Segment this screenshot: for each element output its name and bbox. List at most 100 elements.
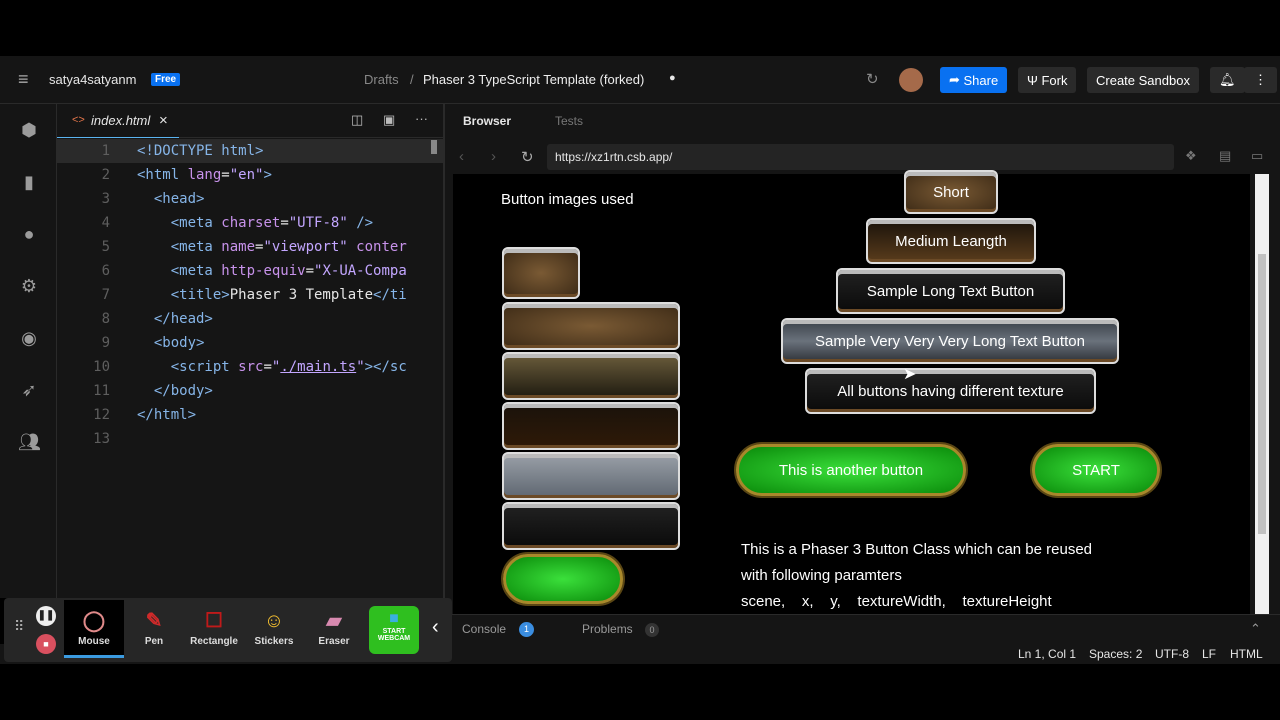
open-window-icon[interactable]: ▤ bbox=[1219, 148, 1231, 164]
code-line[interactable]: 6 <meta http-equiv="X-UA-Compa bbox=[57, 259, 443, 283]
very-long-text-button[interactable]: Sample Very Very Very Long Text Button bbox=[781, 318, 1119, 364]
green-texture-image bbox=[503, 554, 623, 604]
code-token: ></sc bbox=[364, 359, 407, 375]
forward-icon[interactable]: › bbox=[491, 148, 496, 165]
language-mode[interactable]: HTML bbox=[1230, 647, 1263, 661]
code-line[interactable]: 10 <script src="./main.ts"></sc bbox=[57, 355, 443, 379]
code-token: "X-UA-Compa bbox=[314, 263, 407, 279]
drag-handle-icon[interactable]: ⠿ bbox=[14, 618, 24, 635]
back-icon[interactable]: ‹ bbox=[459, 148, 464, 165]
devtools-icon[interactable]: ❖ bbox=[1185, 148, 1197, 164]
preview-icon[interactable]: ▣ bbox=[383, 112, 395, 128]
code-token: <meta bbox=[137, 239, 222, 255]
another-button[interactable]: This is another button bbox=[736, 444, 966, 496]
start-webcam-button[interactable]: ■ START WEBCAM bbox=[369, 606, 419, 654]
tool-rectangle[interactable]: ☐ Rectangle bbox=[184, 600, 244, 658]
start-button[interactable]: START bbox=[1032, 444, 1160, 496]
cursor-position[interactable]: Ln 1, Col 1 bbox=[1018, 647, 1076, 661]
users-icon[interactable]: 👥︎ bbox=[18, 432, 41, 454]
github-icon[interactable]: ◉ bbox=[18, 328, 40, 350]
code-line[interactable]: 7 <title>Phaser 3 Template</ti bbox=[57, 283, 443, 307]
tool-mouse[interactable]: ◯ Mouse bbox=[64, 600, 124, 658]
tool-label: Stickers bbox=[254, 636, 294, 647]
close-icon[interactable]: × bbox=[159, 112, 168, 129]
chevron-up-icon[interactable]: ⌃ bbox=[1250, 621, 1261, 637]
avatar[interactable] bbox=[899, 68, 923, 92]
code-token: src bbox=[238, 359, 264, 375]
url-bar[interactable]: https://xz1rtn.csb.app/ bbox=[547, 144, 1174, 170]
texture-image bbox=[502, 247, 580, 299]
code-line[interactable]: 9 <body> bbox=[57, 331, 443, 355]
canvas-heading: Button images used bbox=[501, 191, 634, 208]
preview-scrollbar[interactable] bbox=[1255, 174, 1269, 614]
code-line[interactable]: 4 <meta charset="UTF-8" /> bbox=[57, 211, 443, 235]
create-sandbox-button[interactable]: Create Sandbox bbox=[1087, 67, 1199, 93]
code-token: ./main.ts bbox=[280, 359, 357, 375]
tool-eraser[interactable]: ▰ Eraser bbox=[304, 600, 364, 658]
editor-scrollbar[interactable] bbox=[431, 140, 437, 154]
collapse-chevron-icon[interactable]: ‹ bbox=[432, 616, 439, 639]
tool-label: Eraser bbox=[318, 636, 350, 647]
encoding[interactable]: UTF-8 bbox=[1155, 647, 1189, 661]
problems-tab[interactable]: Problems bbox=[582, 622, 633, 636]
code-token: <!DOCTYPE html> bbox=[137, 143, 264, 159]
share-label: Share bbox=[963, 72, 999, 88]
more-icon[interactable]: ⋮ bbox=[1244, 67, 1277, 93]
search-icon[interactable]: ● bbox=[18, 224, 40, 246]
tool-pen[interactable]: ✎ Pen bbox=[124, 600, 184, 658]
username[interactable]: satya4satyanm bbox=[49, 72, 136, 87]
fork-button[interactable]: Ψ Fork bbox=[1018, 67, 1077, 93]
line-number: 5 bbox=[101, 239, 110, 255]
phaser-canvas[interactable]: Button images used Short Medium Leangth … bbox=[453, 170, 1250, 614]
code-line[interactable]: 2 <html lang="en"> bbox=[57, 163, 443, 187]
breadcrumb-drafts[interactable]: Drafts bbox=[364, 72, 399, 87]
webcam-label: START WEBCAM bbox=[377, 628, 411, 642]
gear-icon[interactable]: ⚙ bbox=[18, 276, 40, 298]
code-token: <html bbox=[137, 167, 188, 183]
cube-icon[interactable]: ⬢ bbox=[18, 120, 40, 142]
pause-icon[interactable]: ❚❚ bbox=[36, 606, 56, 626]
code-token: > bbox=[263, 167, 272, 183]
stop-icon[interactable]: ■ bbox=[36, 634, 56, 654]
sandbox-title[interactable]: Phaser 3 TypeScript Template (forked) bbox=[423, 72, 644, 87]
tab-browser[interactable]: Browser bbox=[463, 114, 511, 128]
tab-label: index.html bbox=[91, 113, 151, 128]
indentation[interactable]: Spaces: 2 bbox=[1089, 647, 1142, 661]
menu-icon[interactable]: ≡ bbox=[18, 69, 29, 90]
camera-icon: ■ bbox=[389, 610, 399, 627]
medium-length-button[interactable]: Medium Leangth bbox=[866, 218, 1036, 264]
html-file-icon: <> bbox=[72, 114, 85, 126]
short-button[interactable]: Short bbox=[904, 170, 998, 214]
line-ending[interactable]: LF bbox=[1202, 647, 1216, 661]
code-line[interactable]: 1 <!DOCTYPE html> bbox=[57, 139, 443, 163]
rocket-icon[interactable]: ➶ bbox=[18, 380, 40, 402]
code-line[interactable]: 5 <meta name="viewport" conter bbox=[57, 235, 443, 259]
reload-icon[interactable]: ↻ bbox=[521, 148, 534, 166]
refresh-icon[interactable]: ↻ bbox=[866, 70, 879, 88]
code-line[interactable]: 3 <head> bbox=[57, 187, 443, 211]
code-line[interactable]: 13 bbox=[57, 427, 443, 451]
code-area[interactable]: 1 <!DOCTYPE html> 2 <html lang="en"> 3 <head… bbox=[57, 138, 443, 598]
long-text-button[interactable]: Sample Long Text Button bbox=[836, 268, 1065, 314]
more-icon[interactable]: ··· bbox=[415, 111, 428, 126]
code-token: <meta bbox=[137, 263, 222, 279]
split-view-icon[interactable]: ◫ bbox=[351, 112, 363, 128]
code-token: <title> bbox=[137, 287, 230, 303]
tab-tests[interactable]: Tests bbox=[555, 114, 583, 128]
code-line[interactable]: 8 </head> bbox=[57, 307, 443, 331]
tab-index-html[interactable]: <> index.html × bbox=[57, 104, 179, 138]
different-texture-button[interactable]: All buttons having different texture bbox=[805, 368, 1096, 414]
fullscreen-icon[interactable]: ▭ bbox=[1251, 148, 1263, 164]
code-line[interactable]: 11 </body> bbox=[57, 379, 443, 403]
code-token: <body> bbox=[137, 335, 205, 351]
line-number: 12 bbox=[93, 407, 110, 423]
notifications-icon[interactable]: 🔔︎ bbox=[1210, 67, 1245, 93]
console-tab[interactable]: Console bbox=[462, 622, 506, 636]
console-count-badge: 1 bbox=[519, 622, 534, 637]
file-icon[interactable]: ▮ bbox=[18, 172, 40, 194]
share-button[interactable]: ➦ Share bbox=[940, 67, 1008, 93]
share-icon: ➦ bbox=[949, 72, 964, 87]
tool-stickers[interactable]: ☺ Stickers bbox=[244, 600, 304, 658]
code-editor[interactable]: <> index.html × ◫ ▣ ··· 1 <!DOCTYPE html>… bbox=[57, 104, 443, 598]
code-line[interactable]: 12 </html> bbox=[57, 403, 443, 427]
